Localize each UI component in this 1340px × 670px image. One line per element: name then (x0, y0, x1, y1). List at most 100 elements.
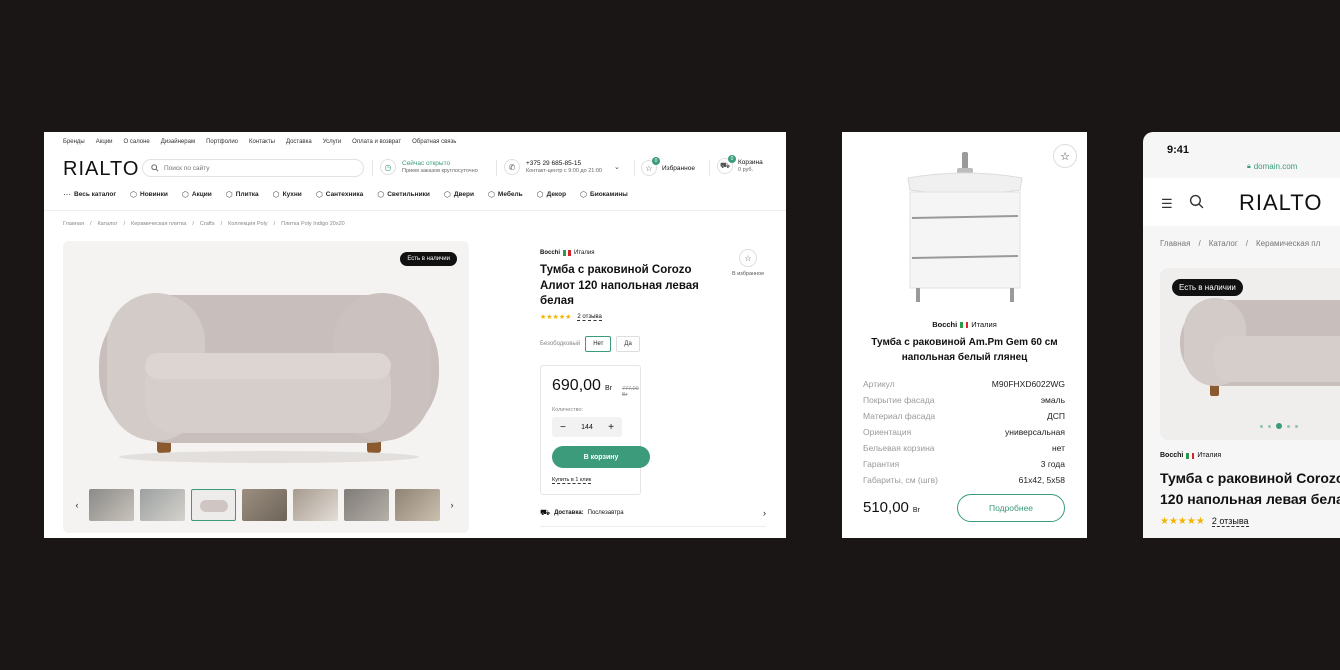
carousel-dot[interactable] (1287, 424, 1290, 428)
product-gallery[interactable]: Есть в наличии ‹ › (63, 241, 469, 533)
phone-block[interactable]: ✆ +375 29 685-85-15 Контакт-центр с 9:00… (504, 159, 620, 175)
address-bar[interactable]: 🔒︎ domain.com (1247, 162, 1297, 171)
spec-value: универсальная (1005, 427, 1065, 437)
thumbnail[interactable] (344, 489, 389, 521)
divider (496, 160, 497, 176)
search-input[interactable] (164, 164, 344, 172)
star-icon[interactable]: ☆ (1053, 144, 1077, 168)
category-item[interactable]: ⬡ Биокамины (580, 190, 628, 199)
breadcrumb-item[interactable]: Керамическая пл (1256, 239, 1320, 248)
brand-name[interactable]: Bocchi (932, 320, 957, 329)
option-no-button[interactable]: Нет (585, 336, 612, 352)
price: 690,00 Br 777,00 Br (552, 377, 639, 398)
top-nav-item[interactable]: Дизайнерам (161, 139, 195, 145)
carousel-dot[interactable] (1268, 424, 1271, 428)
thumbnail[interactable] (89, 489, 134, 521)
spec-value: 61x42, 5x58 (1018, 475, 1065, 485)
top-nav: Бренды Акции О салоне Дизайнерам Портфол… (63, 139, 456, 145)
top-nav-item[interactable]: Обратная связь (412, 139, 456, 145)
breadcrumb-item[interactable]: Коллекция Poly (228, 221, 267, 227)
delivery-label: Доставка: (554, 510, 584, 516)
top-nav-item[interactable]: Портфолио (206, 139, 238, 145)
price: 510,00 Br (863, 499, 920, 516)
category-item[interactable]: ⬡ Кухни (273, 190, 302, 199)
top-nav-item[interactable]: Акции (96, 139, 113, 145)
phone-icon: ✆ (504, 159, 520, 175)
top-nav-item[interactable]: Бренды (63, 139, 85, 145)
logo[interactable]: RIALTO (63, 158, 139, 181)
product-title-line: 120 напольная левая белая (1160, 491, 1340, 507)
category-item[interactable]: ⬡ Плитка (226, 190, 259, 199)
thumbnail[interactable] (242, 489, 287, 521)
category-item[interactable]: ⬡ Мебель (488, 190, 523, 199)
plus-button[interactable]: + (608, 422, 614, 433)
box-icon: ⬡ (580, 190, 588, 199)
reviews-link[interactable]: 2 отзыва (1211, 516, 1249, 527)
product-gallery[interactable]: Есть в наличии (1160, 268, 1340, 440)
chevron-right-icon[interactable]: › (446, 500, 458, 510)
cart-label: Корзина (738, 159, 763, 166)
category-label: Биокамины (590, 191, 628, 198)
add-to-favorites[interactable]: ☆ В избранное (732, 249, 764, 277)
url-text: domain.com (1253, 162, 1298, 171)
breadcrumb: Главная / Каталог / Керамическая плитка / C… (63, 221, 345, 227)
spec-row: Гарантия 3 года (863, 456, 1065, 472)
carousel-dot[interactable] (1295, 424, 1298, 428)
logo[interactable]: RIALTO (1239, 190, 1322, 216)
carousel-dot[interactable] (1260, 424, 1263, 428)
category-item[interactable]: ⬡ Акции (182, 190, 212, 199)
breadcrumb-item[interactable]: Керамическая плитка (131, 221, 186, 227)
quantity-value[interactable]: 144 (581, 424, 593, 431)
chevron-left-icon[interactable]: ‹ (71, 500, 83, 510)
minus-button[interactable]: − (560, 422, 566, 433)
divider (372, 160, 373, 176)
add-to-cart-button[interactable]: В корзину (552, 446, 650, 468)
category-item[interactable]: ⬡ Сантехника (316, 190, 363, 199)
breadcrumb-item[interactable]: Crafts (200, 221, 215, 227)
category-item[interactable]: ⬡ Светильники (377, 190, 430, 199)
brand-name[interactable]: Bocchi (540, 250, 560, 256)
top-nav-item[interactable]: Доставка (286, 139, 312, 145)
category-label: Декор (546, 191, 567, 198)
category-item[interactable]: ⬡ Декор (537, 190, 566, 199)
search-box[interactable] (142, 159, 364, 177)
buy-one-click-link[interactable]: Купить в 1 клик (552, 477, 592, 484)
product-title[interactable]: Тумба с раковиной Am.Pm Gem 60 см наполь… (856, 336, 1073, 365)
search-icon[interactable] (1189, 194, 1204, 209)
open-status: ◷ Сейчас открыто Прием заказов круглосут… (380, 159, 478, 175)
favorites-button[interactable]: ☆ 0 Избранное (641, 157, 695, 176)
clock-icon: ◷ (380, 159, 396, 175)
reviews-link[interactable]: 2 отзыва (577, 314, 602, 321)
menu-icon[interactable]: ☰ (1161, 196, 1173, 212)
box-icon: ⬡ (377, 190, 385, 199)
thumbnail[interactable] (293, 489, 338, 521)
cart-button[interactable]: ⛟ 0 Корзина 0 руб. (717, 155, 763, 174)
breadcrumb-item[interactable]: Главная (63, 221, 84, 227)
top-nav-item[interactable]: О салоне (124, 139, 150, 145)
phone-number[interactable]: +375 29 685-85-15 (526, 160, 602, 167)
brand-name[interactable]: Bocchi (1160, 452, 1183, 459)
spec-key: Ориентация (863, 427, 912, 437)
details-button[interactable]: Подробнее (957, 494, 1065, 522)
category-item[interactable]: ⬡ Новинки (130, 190, 168, 199)
add-to-favorites-label: В избранное (732, 271, 765, 277)
carousel-dots (1260, 423, 1298, 429)
top-nav-item[interactable]: Оплата и возврат (352, 139, 401, 145)
top-nav-item[interactable]: Контакты (249, 139, 275, 145)
carousel-dot-active[interactable] (1276, 423, 1282, 429)
chevron-down-icon[interactable]: ⌄ (614, 163, 620, 171)
delivery-row[interactable]: ⛟ Доставка: Послезавтра › (540, 508, 766, 518)
spec-list: Артикул M90FHXD6022WG Покрытие фасада эмал… (863, 376, 1065, 488)
thumbnail-selected[interactable] (191, 489, 236, 521)
breadcrumb-item[interactable]: Плитка Poly Indigo 20x20 (281, 221, 345, 227)
catalog-menu[interactable]: ⋯ Весь каталог (63, 190, 116, 199)
category-item[interactable]: ⬡ Двери (444, 190, 474, 199)
breadcrumb-item[interactable]: Каталог (97, 221, 117, 227)
breadcrumb-item[interactable]: Главная (1160, 239, 1190, 248)
thumbnail[interactable] (395, 489, 440, 521)
thumbnail[interactable] (140, 489, 185, 521)
option-yes-button[interactable]: Да (616, 336, 640, 352)
top-nav-item[interactable]: Услуги (323, 139, 341, 145)
breadcrumb-item[interactable]: Каталог (1209, 239, 1238, 248)
buy-box: 690,00 Br 777,00 Br Количество: − 144 + … (540, 365, 650, 495)
